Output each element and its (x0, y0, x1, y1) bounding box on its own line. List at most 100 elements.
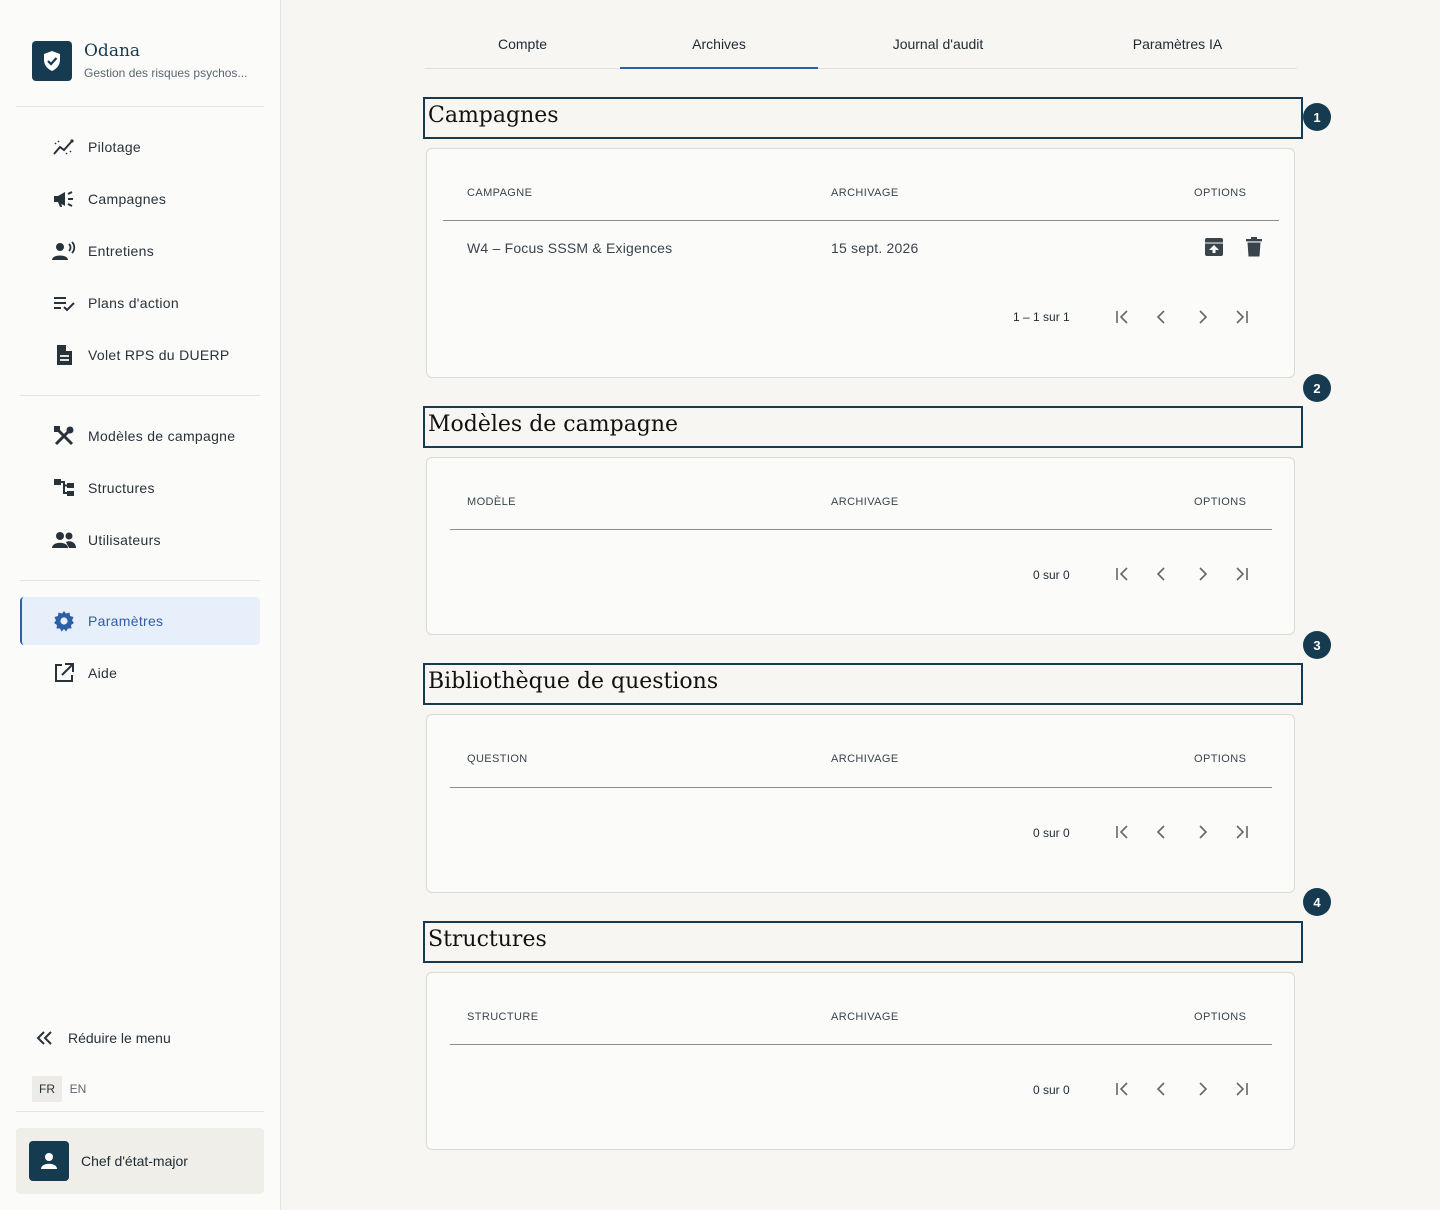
nav-item-pilotage[interactable]: Pilotage (20, 124, 260, 170)
shield-check-icon (32, 41, 72, 81)
nav-item-label: Campagnes (88, 191, 167, 207)
chart-line-icon (52, 135, 76, 159)
pagination-range: 0 sur 0 (1033, 1083, 1070, 1097)
divider (20, 395, 260, 396)
next-page-icon[interactable] (1190, 1077, 1214, 1101)
chevron-double-left-icon (36, 1031, 54, 1045)
next-page-icon[interactable] (1190, 820, 1214, 844)
nav-item-label: Aide (88, 665, 118, 681)
column-header: OPTIONS (1194, 187, 1247, 199)
nav-item-label: Modèles de campagne (88, 428, 236, 444)
gear-icon (52, 609, 76, 633)
divider (450, 787, 1272, 788)
last-page-icon[interactable] (1230, 820, 1254, 844)
delete-icon[interactable] (1242, 235, 1266, 259)
user-icon (29, 1141, 69, 1181)
divider (443, 220, 1279, 221)
archive-date: 15 sept. 2026 (831, 240, 919, 256)
megaphone-icon (52, 187, 76, 211)
column-header[interactable]: ARCHIVAGE (831, 187, 899, 199)
last-page-icon[interactable] (1230, 1077, 1254, 1101)
column-header: OPTIONS (1194, 1011, 1247, 1023)
column-header[interactable]: MODÈLE (467, 496, 516, 508)
first-page-icon[interactable] (1110, 820, 1134, 844)
column-header[interactable]: STRUCTURE (467, 1011, 538, 1023)
nav-item-label: Volet RPS du DUERP (88, 347, 230, 363)
next-page-icon[interactable] (1190, 562, 1214, 586)
campagnes-table: CAMPAGNE ARCHIVAGE OPTIONS W4 – Focus SS… (426, 148, 1295, 378)
divider (16, 1111, 264, 1112)
settings-tabs: Compte Archives Journal d'audit Paramètr… (425, 20, 1297, 69)
divider (450, 529, 1272, 530)
column-header[interactable]: CAMPAGNE (467, 187, 532, 199)
tab-archives[interactable]: Archives (620, 20, 818, 69)
nav-item-label: Paramètres (88, 613, 164, 629)
nav-item-entretiens[interactable]: Entretiens (20, 228, 260, 274)
nav-item-utilisateurs[interactable]: Utilisateurs (20, 517, 260, 563)
brand-name: Odana (84, 41, 141, 61)
section-title-campagnes: Campagnes (423, 97, 1303, 139)
questions-table: QUESTION ARCHIVAGE OPTIONS 0 sur 0 (426, 714, 1295, 893)
column-header[interactable]: QUESTION (467, 753, 528, 765)
column-header[interactable]: ARCHIVAGE (831, 753, 899, 765)
nav-item-plans-action[interactable]: Plans d'action (20, 280, 260, 326)
previous-page-icon[interactable] (1150, 305, 1174, 329)
section-badge: 1 (1303, 103, 1331, 131)
divider (450, 1044, 1272, 1045)
user-card[interactable]: Chef d'état-major (16, 1128, 264, 1194)
tools-icon (52, 424, 76, 448)
previous-page-icon[interactable] (1150, 820, 1174, 844)
modeles-table: MODÈLE ARCHIVAGE OPTIONS 0 sur 0 (426, 457, 1295, 635)
user-role: Chef d'état-major (81, 1153, 188, 1169)
first-page-icon[interactable] (1110, 1077, 1134, 1101)
section-badge: 2 (1303, 374, 1331, 402)
pagination-range: 0 sur 0 (1033, 568, 1070, 582)
checklist-icon (52, 291, 76, 315)
column-header[interactable]: ARCHIVAGE (831, 1011, 899, 1023)
first-page-icon[interactable] (1110, 562, 1134, 586)
previous-page-icon[interactable] (1150, 562, 1174, 586)
tab-journal-audit[interactable]: Journal d'audit (818, 20, 1058, 68)
section-title-structures: Structures (423, 921, 1303, 963)
column-header[interactable]: ARCHIVAGE (831, 496, 899, 508)
language-en[interactable]: EN (64, 1076, 92, 1102)
language-fr[interactable]: FR (32, 1076, 62, 1102)
hierarchy-icon (52, 476, 76, 500)
external-link-icon (52, 661, 76, 685)
section-badge: 4 (1303, 888, 1331, 916)
pagination-range: 1 – 1 sur 1 (1013, 310, 1070, 324)
nav-item-volet-rps[interactable]: Volet RPS du DUERP (20, 332, 260, 378)
tab-parametres-ia[interactable]: Paramètres IA (1058, 20, 1297, 68)
tab-compte[interactable]: Compte (425, 20, 620, 68)
users-icon (52, 528, 76, 552)
collapse-menu-button[interactable]: Réduire le menu (36, 1030, 171, 1046)
previous-page-icon[interactable] (1150, 1077, 1174, 1101)
nav-item-parametres[interactable]: Paramètres (20, 597, 260, 645)
divider (16, 106, 264, 107)
campaign-name: W4 – Focus SSSM & Exigences (467, 240, 673, 256)
section-title-modeles: Modèles de campagne (423, 406, 1303, 448)
nav-item-structures[interactable]: Structures (20, 465, 260, 511)
nav-item-label: Pilotage (88, 139, 141, 155)
next-page-icon[interactable] (1190, 305, 1214, 329)
nav-item-aide[interactable]: Aide (20, 650, 260, 696)
first-page-icon[interactable] (1110, 305, 1134, 329)
last-page-icon[interactable] (1230, 562, 1254, 586)
section-badge: 3 (1303, 631, 1331, 659)
nav-item-label: Utilisateurs (88, 532, 161, 548)
document-icon (52, 343, 76, 367)
voice-user-icon (52, 239, 76, 263)
nav-item-modeles-campagne[interactable]: Modèles de campagne (20, 413, 260, 459)
pagination-range: 0 sur 0 (1033, 826, 1070, 840)
brand[interactable]: Odana Gestion des risques psychos... (32, 41, 247, 81)
unarchive-icon[interactable] (1202, 235, 1226, 259)
collapse-menu-label: Réduire le menu (68, 1030, 171, 1046)
nav-item-campagnes[interactable]: Campagnes (20, 176, 260, 222)
structures-table: STRUCTURE ARCHIVAGE OPTIONS 0 sur 0 (426, 972, 1295, 1150)
brand-subtitle: Gestion des risques psychos... (84, 66, 248, 80)
column-header: OPTIONS (1194, 753, 1247, 765)
last-page-icon[interactable] (1230, 305, 1254, 329)
sidebar: Odana Gestion des risques psychos... Pil… (0, 0, 281, 1210)
column-header: OPTIONS (1194, 496, 1247, 508)
divider (20, 580, 260, 581)
